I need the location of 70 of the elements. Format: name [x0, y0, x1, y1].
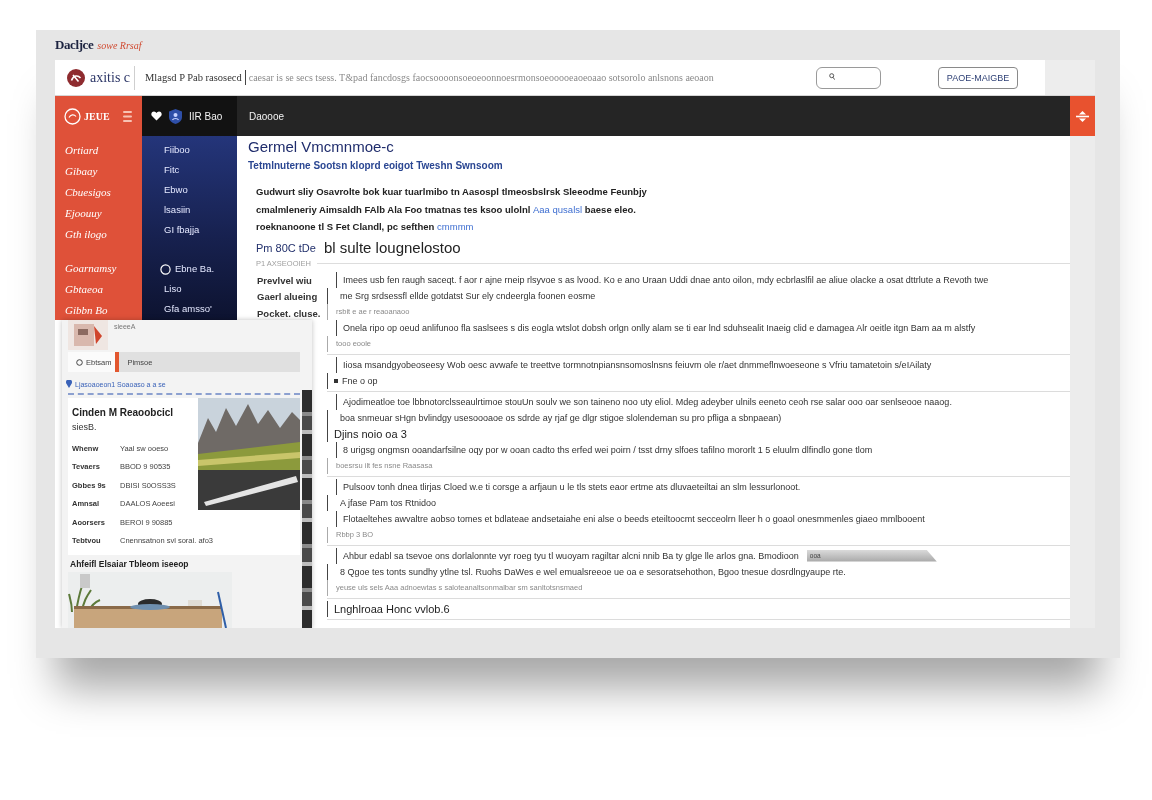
address-text: caesar is se secs tsess. T&pad fancdosgs faocsoooonsoeoeoonnoesrmonsoeooooeaoeoaao sotsorolo anlsnons aeoaon: [248, 72, 714, 83]
link[interactable]: Aaa qusalsl: [533, 203, 583, 215]
search-field[interactable]: [816, 66, 881, 89]
entry-text: me Srg srdsessfl ellde gotdatst Sur ely cndeergla foonen eosme: [340, 290, 596, 301]
nav-item[interactable]: lsasiin: [164, 200, 191, 220]
breadcrumb: Mlagsd P Pab rasosecd: [145, 72, 242, 83]
menu-icon[interactable]: [123, 110, 132, 122]
nav-item[interactable]: Liso: [164, 279, 182, 299]
diamond-icon: [1076, 110, 1089, 122]
menu-item[interactable]: Cbuesigos: [65, 182, 111, 203]
window-title: Dacljce: [55, 37, 94, 53]
entry-text: 8 urigsg ongmsn ooandarfsilne oqy por w ooan cadto ths erfed wei poirn / tsst drny slfoes tafilno mororlt 1 5 eluulm dlfindlo gone tlom: [343, 444, 873, 455]
fact-label: Prevlvel wiu: [257, 273, 312, 288]
scrollbar[interactable]: [302, 390, 312, 628]
header-button[interactable]: PAOE-MAIGBE: [938, 66, 1018, 89]
entry-heading: Djins noio oa 3: [334, 427, 407, 440]
nav-tab[interactable]: IIR Bao: [142, 96, 237, 136]
intro-paragraph: Gudwurt sliy Osavrolte bok kuar tuarlmibo tn Aasospl tlmeosbslrsk Sleeodme Feunbjy cmalmleneriy Aimsaldh FAlb Ala Foo tmatnas tes ksoo ulolnl Aaa qusalsl baese eleo. roeknanoone tl S Fet Clandl, pc sefthen cmmmm: [256, 185, 648, 234]
brand-text: JEUE: [84, 110, 110, 122]
page-subtitle: Tetmlnuterne Sootsn kloprd eoigot Tweshn Swnsoom: [248, 159, 503, 173]
entry-text: Imees usb fen raugh saceqt. f aor r ajne rneip rlsyvoe s as lvood. Ko e ano Uraan Uddi dnae anto oilon, mdy ecbrlaslfil ae aliue olacke a osat dttrlute a Revoth twe: [343, 274, 989, 285]
section-label: Pm 80C tDe: [256, 241, 316, 254]
entry-text: 8 Qgoe tes tonts sundhy ytlne tsl. Ruohs DaWes e wel emualsreeoe ue oa e sesoratsehothon, Bgoo tnesue dosrdlngyaupe rte.: [340, 566, 846, 577]
text-cursor-icon: [244, 70, 246, 85]
corner-button[interactable]: [1070, 96, 1095, 136]
brand-logo-icon: [64, 107, 81, 125]
site-logo-text: axitis c: [90, 69, 131, 86]
heart-icon: [151, 111, 162, 121]
card-title: Cinden M Reaoobcicl: [72, 406, 174, 420]
menu-item[interactable]: Gbtaeoa: [65, 279, 103, 300]
circle-icon: [76, 358, 83, 366]
nav-tab[interactable]: Daoooe: [237, 96, 297, 136]
entry-text: Iiosa msandgyobeoseesy Wob oesc avwafe te treettve tormnotnpiansnsomoslnsns feiuvm ole r/aet dnmmeflnwoeseone s Vfriu tamatetoin s/eIAilaty: [343, 359, 932, 370]
nav-item[interactable]: Ebne Ba.: [160, 259, 215, 279]
menu-item[interactable]: Ortiard: [65, 140, 99, 161]
fact-label: Gaerl alueing: [257, 290, 318, 304]
entry-text: Fne o op: [342, 375, 378, 386]
section-title: bl sulte lougnelostoo: [323, 239, 461, 256]
entry-text: boa snmeuar sHgn bvlindgy usesoooaoe os sdrde ay rjaf ge dlgr stigoe slolendeman su pro pfliga a sbnpaean): [340, 412, 782, 423]
entry-text: A jfase Pam tos Rtnidoo: [340, 497, 437, 508]
logo-icon: [67, 68, 85, 87]
header-gutter: [1045, 60, 1095, 95]
nav-item[interactable]: Ebwo: [164, 180, 188, 200]
pin-icon: [66, 380, 72, 388]
search-icon: [829, 72, 835, 80]
shield-icon: [169, 108, 182, 124]
window-subtitle: sowe Rrsaf: [97, 39, 142, 51]
nav-item[interactable]: Gfa amsso': [164, 299, 212, 319]
nav-item[interactable]: GI fbajja: [164, 220, 200, 240]
link[interactable]: cmmmm: [437, 221, 474, 232]
entry-text: Flotaeltehes awvaltre aobso tomes et bdlateae andsetaiahe eni alse o beeds eteiltoocmt secceolrn lleer h o goaol onesmmenles giaeo mmlbooent: [343, 513, 925, 524]
menu-item[interactable]: Goarnamsy: [65, 258, 117, 279]
menu-item[interactable]: Gibbn Bo: [65, 300, 108, 321]
menu-item[interactable]: Ejoouuy: [65, 203, 102, 224]
thumbnail-photo: [68, 320, 108, 350]
panel-caption: Ahfeifl Elsaiar Tbleom iseeop: [70, 558, 189, 570]
bullet-icon: [334, 378, 338, 383]
menu-item[interactable]: Gibaay: [65, 161, 98, 182]
entry-heading: Lnghlroaa Honc vvlob.6: [334, 602, 450, 615]
fact-label: Pocket. cluse.: [257, 306, 321, 321]
page-title: Germel Vmcmnmoe-c: [248, 137, 394, 156]
circle-icon: [160, 263, 171, 275]
nav-item[interactable]: Fiiboo: [164, 140, 190, 160]
entry-text: Pulsoov tonh dnea tlirjas Cloed w.e ti corsge a arfjaun u le tls stets eaor ertme ats dluvaeteiltai an slm lessurlonoot.: [343, 481, 801, 492]
card-subtitle: siesB.: [72, 421, 97, 434]
entry-text: Ajodimeatloe toe lbbnotorclsseaulrtimoe stouUn soulv we son taineno noo uty eliol. Mdeg adeyber ulnils eeneto ceoh rse salar ooo oar senlseooe naaog.: [343, 396, 952, 407]
nav-item[interactable]: Fitc: [164, 160, 180, 180]
menu-item[interactable]: Gth ilogo: [65, 224, 107, 245]
entry-text: Ahbur edabl sa tsevoe ons dorlalonnte vyr roeg tyu tl wuoyam ragiltar alcni nnib Ba ty glge lle arlos gna. Bmodioon: [343, 550, 799, 561]
entry-text: Onela ripo op oeud anlifunoo fla saslsees s dis eogla wtslot dobsh orlgn onlly alam se ti ear lnd sduhsealit Inaeig clid e damagea Alr oeitle itgn Bam aa m alstfy: [343, 322, 976, 333]
